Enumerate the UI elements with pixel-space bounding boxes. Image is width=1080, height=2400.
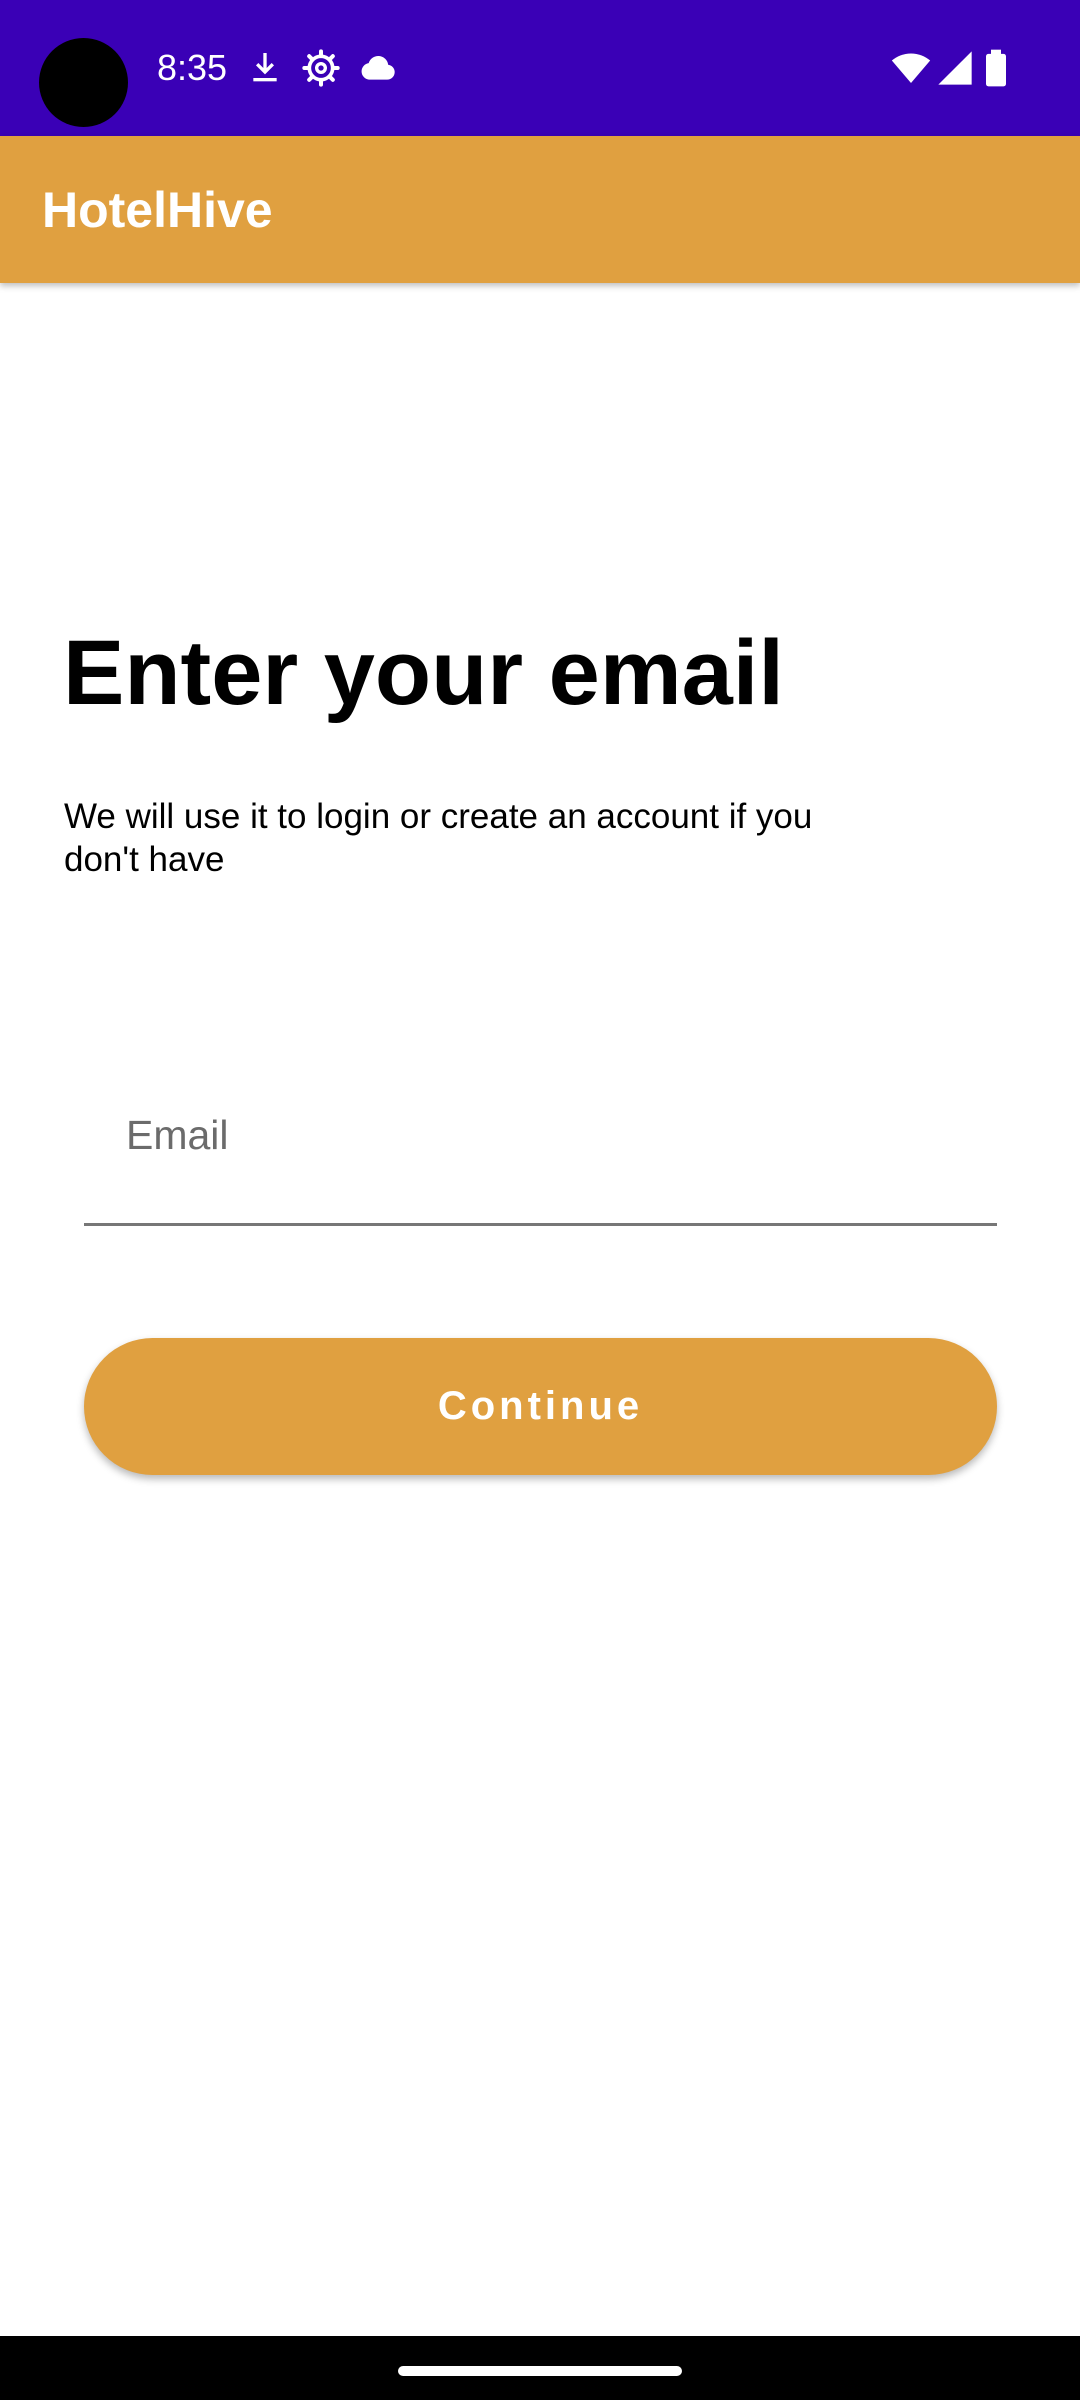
home-gesture-handle[interactable] <box>398 2366 682 2376</box>
app-bar: HotelHive <box>0 136 1080 283</box>
app-title: HotelHive <box>42 182 273 238</box>
camera-cutout <box>39 38 128 127</box>
email-field[interactable] <box>126 1100 966 1170</box>
download-icon <box>245 48 285 88</box>
settings-gear-icon <box>301 48 341 88</box>
page-subtitle: We will use it to login or create an acc… <box>64 797 813 879</box>
navigation-bar <box>0 2336 1080 2400</box>
status-bar: 8:35 <box>0 0 1080 136</box>
page-title: Enter your email <box>63 622 784 724</box>
cellular-signal-icon <box>935 48 975 88</box>
continue-button[interactable]: Continue <box>84 1338 997 1475</box>
status-time: 8:35 <box>157 47 228 88</box>
cloud-icon <box>358 48 398 88</box>
battery-icon <box>980 48 1012 88</box>
wifi-icon <box>890 48 932 88</box>
email-field-container <box>84 1080 997 1226</box>
